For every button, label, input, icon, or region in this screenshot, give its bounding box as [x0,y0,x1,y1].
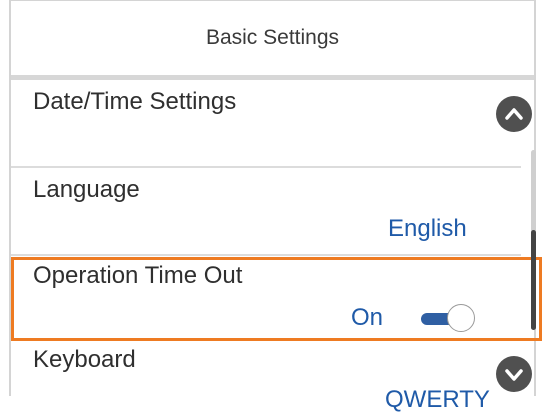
menu-item-label: Keyboard [33,346,136,373]
menu-item-keyboard[interactable]: Keyboard QWERTY [11,342,523,413]
scroll-up-button[interactable] [496,96,532,132]
menu-item-value: English [388,215,467,242]
settings-screen: Basic Settings Date/Time Settings Langua… [0,0,545,413]
selection-highlight [11,257,542,341]
menu-item-value: QWERTY [385,386,490,413]
menu-item-label: Date/Time Settings [33,88,237,115]
menu-item-language[interactable]: Language English [11,168,523,254]
scroll-down-button[interactable] [496,356,532,392]
chevron-down-icon [505,369,523,381]
menu-item-date-time-settings[interactable]: Date/Time Settings [11,80,523,166]
scrollbar-thumb[interactable] [531,230,536,330]
page-title: Basic Settings [205,26,340,49]
menu-item-label: Language [33,176,140,203]
chevron-up-icon [505,108,523,120]
